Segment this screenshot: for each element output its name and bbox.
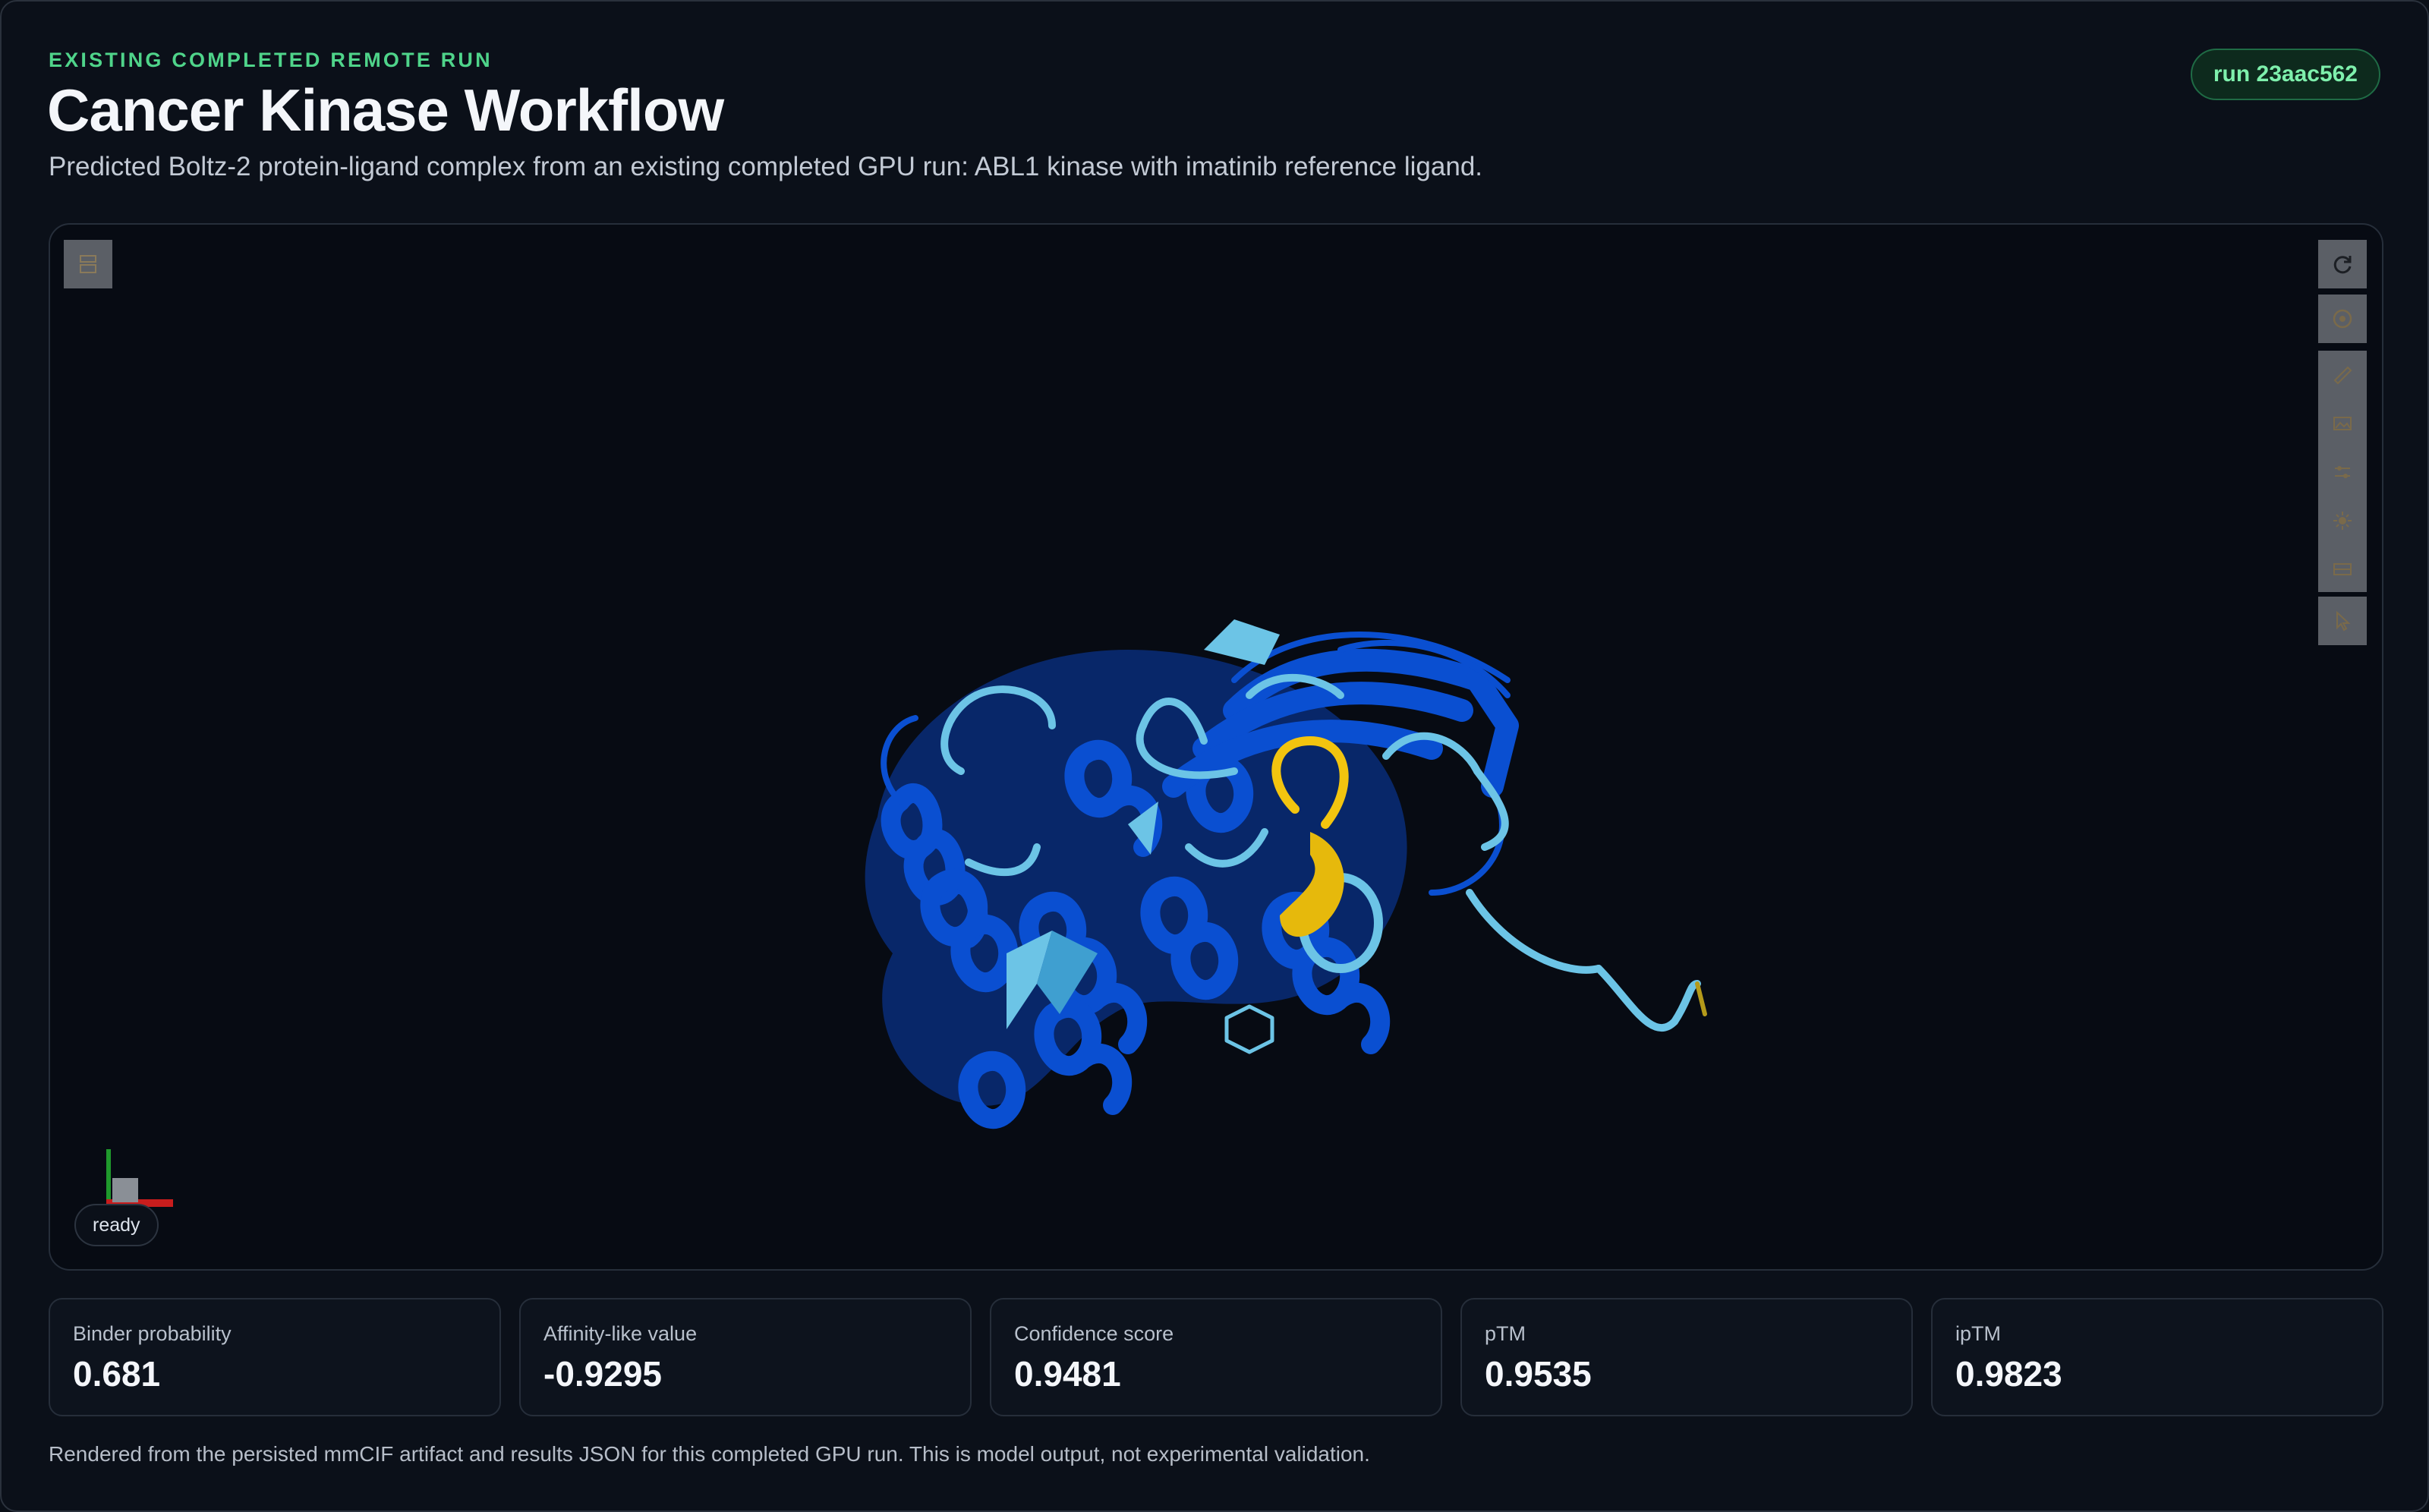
metric-label: Confidence score bbox=[1014, 1322, 1174, 1345]
metric-label: Affinity-like value bbox=[543, 1322, 698, 1345]
focus-icon bbox=[2333, 309, 2352, 329]
measure-button[interactable] bbox=[2318, 351, 2367, 399]
orientation-axes bbox=[106, 1149, 173, 1207]
focus-button[interactable] bbox=[2318, 295, 2367, 343]
viewer-tool-group bbox=[2318, 351, 2367, 592]
molecule-viewer[interactable]: ready bbox=[49, 223, 2383, 1271]
viewer-status-pill: ready bbox=[74, 1204, 159, 1246]
settings-icon bbox=[2335, 466, 2350, 478]
metric-value: 0.681 bbox=[73, 1354, 161, 1394]
metric-value: 0.9535 bbox=[1485, 1354, 1592, 1394]
screenshot-icon bbox=[2333, 417, 2352, 430]
lighting-icon bbox=[2333, 512, 2352, 530]
metric-iptm: ipTM 0.9823 bbox=[1931, 1298, 2383, 1416]
metric-value: 0.9481 bbox=[1014, 1354, 1121, 1394]
axis-y-icon bbox=[106, 1149, 111, 1204]
reset-view-button[interactable] bbox=[2318, 240, 2367, 288]
metric-label: Binder probability bbox=[73, 1322, 232, 1345]
screenshot-button[interactable] bbox=[2318, 399, 2367, 448]
overlay-icon bbox=[2333, 563, 2352, 575]
page-title: Cancer Kinase Workflow bbox=[47, 77, 724, 143]
protein-structure-render[interactable] bbox=[50, 225, 2383, 1271]
metrics-row: Binder probability 0.681 Affinity-like v… bbox=[49, 1298, 2383, 1416]
structure-hierarchy-icon bbox=[80, 255, 96, 273]
select-mode-icon bbox=[2336, 610, 2351, 632]
app-frame: EXISTING COMPLETED REMOTE RUN Cancer Kin… bbox=[0, 0, 2429, 1512]
metric-label: pTM bbox=[1485, 1322, 1526, 1345]
eyebrow-label: EXISTING COMPLETED REMOTE RUN bbox=[49, 49, 493, 71]
metric-confidence-score: Confidence score 0.9481 bbox=[990, 1298, 1442, 1416]
lighting-button[interactable] bbox=[2318, 496, 2367, 545]
structure-hierarchy-button[interactable] bbox=[64, 240, 112, 288]
metric-value: -0.9295 bbox=[543, 1354, 663, 1394]
footnote: Rendered from the persisted mmCIF artifa… bbox=[49, 1442, 1370, 1466]
run-id-badge: run 23aac562 bbox=[2190, 49, 2380, 100]
metric-ptm: pTM 0.9535 bbox=[1460, 1298, 1913, 1416]
axis-z-icon bbox=[112, 1178, 138, 1202]
settings-button[interactable] bbox=[2318, 448, 2367, 496]
metric-affinity-like-value: Affinity-like value -0.9295 bbox=[519, 1298, 972, 1416]
metric-binder-probability: Binder probability 0.681 bbox=[49, 1298, 501, 1416]
metric-label: ipTM bbox=[1955, 1322, 2001, 1345]
overlay-button[interactable] bbox=[2318, 545, 2367, 594]
measure-icon bbox=[2333, 366, 2352, 385]
metric-value: 0.9823 bbox=[1955, 1354, 2062, 1394]
select-mode-button[interactable] bbox=[2318, 597, 2367, 645]
reset-view-icon bbox=[2333, 256, 2352, 274]
page-subtitle: Predicted Boltz-2 protein-ligand complex… bbox=[49, 152, 1483, 181]
